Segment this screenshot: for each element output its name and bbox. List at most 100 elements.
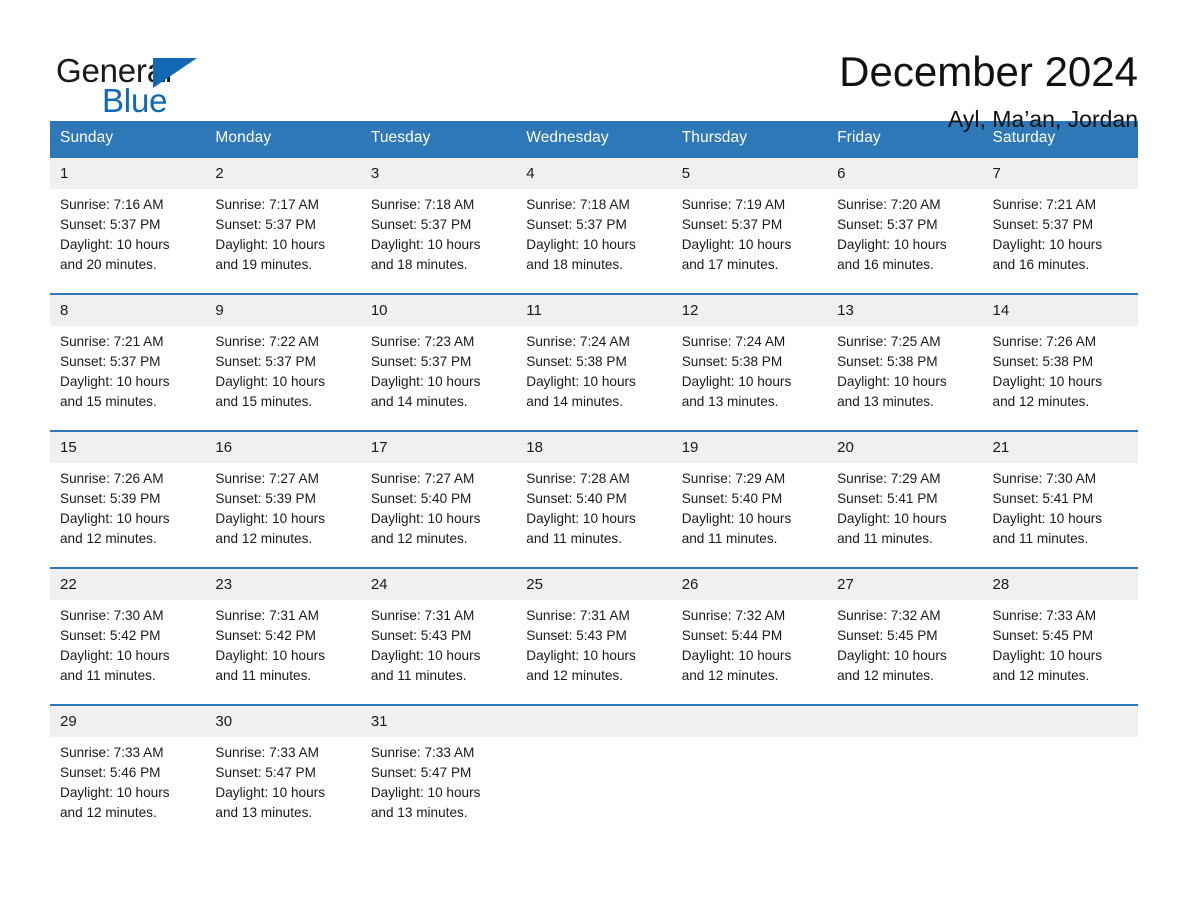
day-cell[interactable]: Sunrise: 7:33 AM Sunset: 5:47 PM Dayligh…	[361, 737, 516, 841]
day-number[interactable]: 18	[516, 432, 671, 463]
daylight-text-line1: Daylight: 10 hours	[526, 237, 636, 252]
day-number[interactable]: 12	[672, 295, 827, 326]
day-number[interactable]: 1	[50, 158, 205, 189]
daylight-text-line1: Daylight: 10 hours	[215, 237, 325, 252]
sunset-text: Sunset: 5:41 PM	[992, 491, 1094, 506]
week-daynumber-strip: 22 23 24 25 26 27 28	[50, 569, 1138, 600]
day-number[interactable]: 19	[672, 432, 827, 463]
sunrise-text: Sunrise: 7:33 AM	[215, 745, 319, 760]
day-cell[interactable]: Sunrise: 7:23 AM Sunset: 5:37 PM Dayligh…	[361, 326, 516, 430]
day-number[interactable]: 10	[361, 295, 516, 326]
day-cell[interactable]: Sunrise: 7:28 AM Sunset: 5:40 PM Dayligh…	[516, 463, 671, 567]
day-number[interactable]: 27	[827, 569, 982, 600]
day-number[interactable]: 28	[983, 569, 1138, 600]
daylight-text-line2: and 17 minutes.	[681, 257, 779, 272]
day-cell[interactable]: Sunrise: 7:31 AM Sunset: 5:43 PM Dayligh…	[516, 600, 671, 704]
day-cell[interactable]: Sunrise: 7:25 AM Sunset: 5:38 PM Dayligh…	[827, 326, 982, 430]
day-number[interactable]: 9	[205, 295, 360, 326]
general-blue-logo[interactable]: General Blue	[56, 46, 256, 117]
sunset-text: Sunset: 5:47 PM	[370, 765, 472, 780]
sunset-text: Sunset: 5:46 PM	[60, 765, 161, 780]
day-cell[interactable]: Sunrise: 7:22 AM Sunset: 5:37 PM Dayligh…	[205, 326, 360, 430]
daylight-text-line2: and 13 minutes.	[215, 805, 313, 820]
day-cell[interactable]: Sunrise: 7:27 AM Sunset: 5:40 PM Dayligh…	[361, 463, 516, 567]
day-cell[interactable]: Sunrise: 7:19 AM Sunset: 5:37 PM Dayligh…	[672, 189, 827, 293]
day-cell[interactable]: Sunrise: 7:26 AM Sunset: 5:39 PM Dayligh…	[50, 463, 205, 567]
day-cell[interactable]: Sunrise: 7:27 AM Sunset: 5:39 PM Dayligh…	[205, 463, 360, 567]
daylight-text-line1: Daylight: 10 hours	[526, 374, 636, 389]
day-number[interactable]: 16	[205, 432, 360, 463]
day-number[interactable]: 13	[827, 295, 982, 326]
day-number[interactable]: 20	[827, 432, 982, 463]
sunrise-text: Sunrise: 7:30 AM	[60, 608, 164, 623]
daylight-text-line2: and 12 minutes.	[526, 668, 623, 683]
day-cell[interactable]: Sunrise: 7:18 AM Sunset: 5:37 PM Dayligh…	[516, 189, 671, 293]
week-detail-strip: Sunrise: 7:26 AM Sunset: 5:39 PM Dayligh…	[50, 463, 1138, 567]
day-number[interactable]: 29	[50, 706, 205, 737]
daylight-text-line2: and 12 minutes.	[60, 805, 157, 820]
page-title: December 2024	[839, 48, 1138, 95]
day-number[interactable]: 5	[672, 158, 827, 189]
daylight-text-line2: and 11 minutes.	[215, 668, 312, 683]
day-cell[interactable]: Sunrise: 7:32 AM Sunset: 5:45 PM Dayligh…	[827, 600, 982, 704]
sunset-text: Sunset: 5:38 PM	[837, 354, 938, 369]
day-cell[interactable]: Sunrise: 7:16 AM Sunset: 5:37 PM Dayligh…	[50, 189, 205, 293]
sunrise-text: Sunrise: 7:21 AM	[60, 334, 164, 349]
day-cell[interactable]: Sunrise: 7:21 AM Sunset: 5:37 PM Dayligh…	[983, 189, 1138, 293]
day-cell[interactable]: Sunrise: 7:33 AM Sunset: 5:45 PM Dayligh…	[983, 600, 1138, 704]
sunrise-text: Sunrise: 7:33 AM	[992, 608, 1097, 623]
day-number[interactable]: 30	[205, 706, 360, 737]
day-cell[interactable]: Sunrise: 7:32 AM Sunset: 5:44 PM Dayligh…	[672, 600, 827, 704]
day-cell[interactable]: Sunrise: 7:21 AM Sunset: 5:37 PM Dayligh…	[50, 326, 205, 430]
day-number[interactable]: 23	[205, 569, 360, 600]
week-daynumber-strip: 8 9 10 11 12 13 14	[50, 295, 1138, 326]
day-cell[interactable]: Sunrise: 7:24 AM Sunset: 5:38 PM Dayligh…	[516, 326, 671, 430]
daylight-text-line2: and 18 minutes.	[526, 257, 623, 272]
daylight-text-line2: and 16 minutes.	[992, 257, 1090, 272]
day-cell[interactable]: Sunrise: 7:18 AM Sunset: 5:37 PM Dayligh…	[361, 189, 516, 293]
day-number[interactable]: 26	[672, 569, 827, 600]
day-cell[interactable]: Sunrise: 7:20 AM Sunset: 5:37 PM Dayligh…	[827, 189, 982, 293]
day-number[interactable]: 31	[361, 706, 516, 737]
sunrise-text: Sunrise: 7:23 AM	[370, 334, 475, 349]
day-cell[interactable]: Sunrise: 7:31 AM Sunset: 5:43 PM Dayligh…	[361, 600, 516, 704]
day-cell[interactable]: Sunrise: 7:26 AM Sunset: 5:38 PM Dayligh…	[983, 326, 1138, 430]
day-number[interactable]: 11	[516, 295, 671, 326]
daylight-text-line1: Daylight: 10 hours	[992, 237, 1103, 252]
day-number[interactable]: 4	[516, 158, 671, 189]
day-cell[interactable]: Sunrise: 7:30 AM Sunset: 5:41 PM Dayligh…	[983, 463, 1138, 567]
day-number[interactable]: 14	[983, 295, 1138, 326]
page-bottom-spacer	[0, 841, 1188, 871]
day-cell[interactable]: Sunrise: 7:29 AM Sunset: 5:41 PM Dayligh…	[827, 463, 982, 567]
day-number[interactable]: 25	[516, 569, 671, 600]
day-cell[interactable]: Sunrise: 7:31 AM Sunset: 5:42 PM Dayligh…	[205, 600, 360, 704]
sunset-text: Sunset: 5:37 PM	[681, 217, 783, 232]
day-number[interactable]: 22	[50, 569, 205, 600]
day-number[interactable]: 15	[50, 432, 205, 463]
sunset-text: Sunset: 5:40 PM	[370, 491, 472, 506]
day-cell[interactable]: Sunrise: 7:33 AM Sunset: 5:47 PM Dayligh…	[205, 737, 360, 841]
sunset-text: Sunset: 5:38 PM	[992, 354, 1094, 369]
day-number[interactable]: 2	[205, 158, 360, 189]
day-cell[interactable]: Sunrise: 7:30 AM Sunset: 5:42 PM Dayligh…	[50, 600, 205, 704]
day-number[interactable]: 7	[983, 158, 1138, 189]
sunrise-text: Sunrise: 7:17 AM	[215, 197, 319, 212]
day-cell[interactable]: Sunrise: 7:24 AM Sunset: 5:38 PM Dayligh…	[672, 326, 827, 430]
day-number[interactable]: 24	[361, 569, 516, 600]
daylight-text-line2: and 13 minutes.	[681, 394, 779, 409]
sunset-text: Sunset: 5:37 PM	[60, 217, 161, 232]
day-cell[interactable]: Sunrise: 7:29 AM Sunset: 5:40 PM Dayligh…	[672, 463, 827, 567]
day-number[interactable]: 3	[361, 158, 516, 189]
day-cell[interactable]: Sunrise: 7:17 AM Sunset: 5:37 PM Dayligh…	[205, 189, 360, 293]
sunset-text: Sunset: 5:37 PM	[370, 217, 472, 232]
day-number[interactable]: 6	[827, 158, 982, 189]
daylight-text-line1: Daylight: 10 hours	[370, 785, 481, 800]
daylight-text-line1: Daylight: 10 hours	[526, 511, 636, 526]
weekday-header-friday: Friday	[837, 129, 881, 146]
day-number[interactable]: 17	[361, 432, 516, 463]
day-number[interactable]: 8	[50, 295, 205, 326]
daylight-text-line2: and 16 minutes.	[837, 257, 934, 272]
day-cell[interactable]: Sunrise: 7:33 AM Sunset: 5:46 PM Dayligh…	[50, 737, 205, 841]
sunrise-text: Sunrise: 7:27 AM	[215, 471, 319, 486]
day-number[interactable]: 21	[983, 432, 1138, 463]
